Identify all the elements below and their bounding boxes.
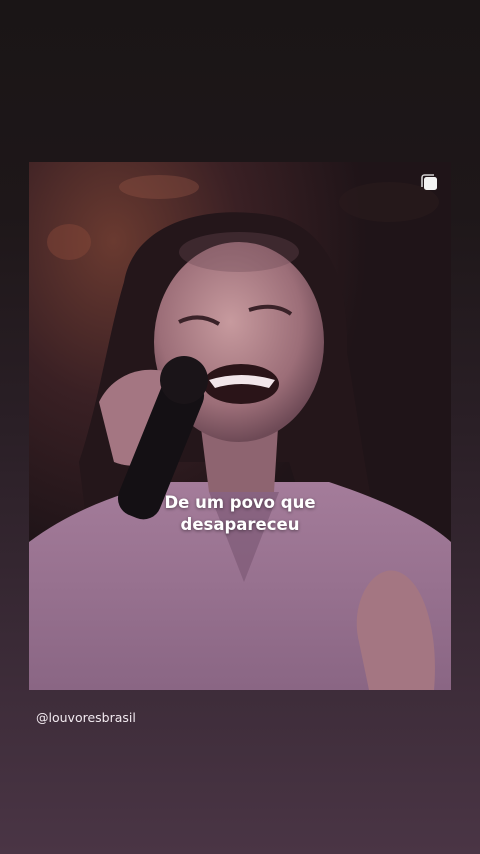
lyric-caption: De um povo que desapareceu bbox=[29, 492, 451, 536]
lyric-caption-line-2: desapareceu bbox=[180, 515, 300, 534]
lyric-caption-line-1: De um povo que bbox=[164, 493, 316, 512]
singer-photo bbox=[29, 162, 451, 690]
account-handle[interactable]: @louvoresbrasil bbox=[36, 710, 136, 725]
multiple-images-icon[interactable] bbox=[420, 173, 440, 193]
story-media[interactable]: De um povo que desapareceu bbox=[29, 162, 451, 690]
